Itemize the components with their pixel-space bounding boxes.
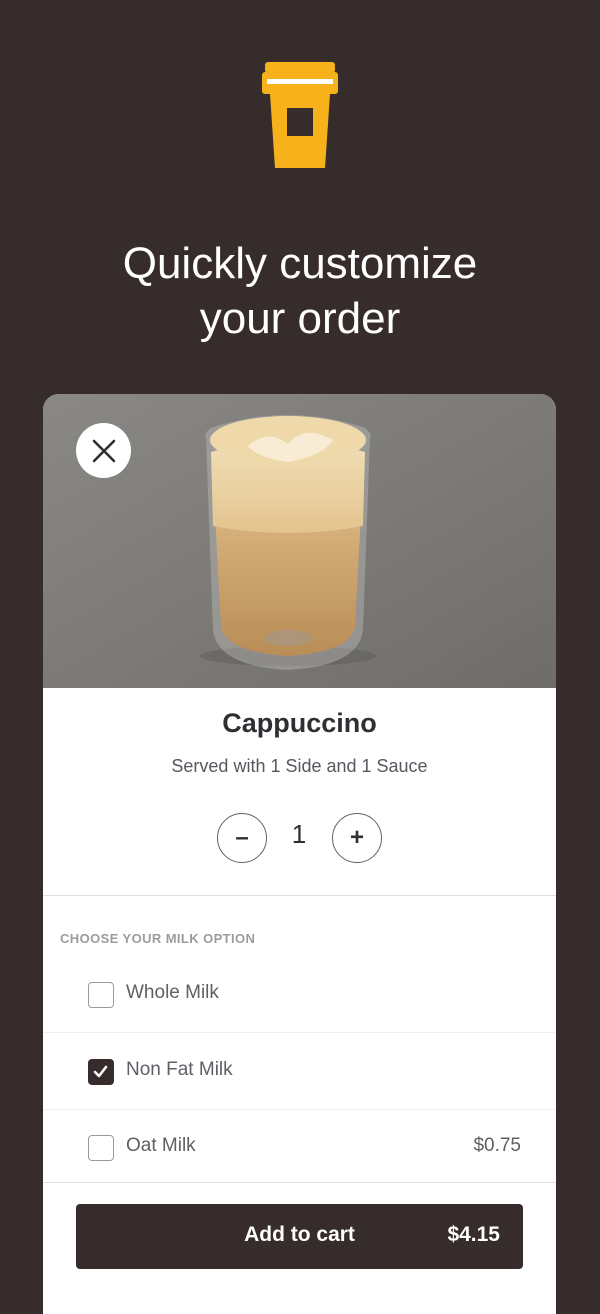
- decrease-quantity-button[interactable]: –: [217, 813, 267, 863]
- option-label: Whole Milk: [126, 982, 219, 1003]
- close-button[interactable]: [76, 423, 131, 478]
- milk-option-whole[interactable]: Whole Milk: [43, 957, 556, 1033]
- milk-option-oat[interactable]: Oat Milk $0.75: [43, 1110, 556, 1186]
- milk-section-label: CHOOSE YOUR MILK OPTION: [60, 931, 256, 946]
- oat-milk-checkbox[interactable]: [88, 1135, 114, 1161]
- option-label: Oat Milk: [126, 1135, 196, 1156]
- product-card: Cappuccino Served with 1 Side and 1 Sauc…: [43, 394, 556, 1314]
- increase-quantity-button[interactable]: +: [332, 813, 382, 863]
- cart-total-price: $4.15: [447, 1223, 500, 1246]
- headline-line-2: your order: [199, 294, 401, 343]
- add-to-cart-button[interactable]: Add to cart $4.15: [76, 1204, 523, 1269]
- milk-option-non-fat[interactable]: Non Fat Milk: [43, 1034, 556, 1110]
- whole-milk-checkbox[interactable]: [88, 982, 114, 1008]
- coffee-cup-logo-icon: [262, 62, 338, 168]
- product-title: Cappuccino: [222, 708, 377, 738]
- option-label: Non Fat Milk: [126, 1059, 233, 1080]
- checkmark-icon: [93, 1065, 108, 1078]
- non-fat-milk-checkbox[interactable]: [88, 1059, 114, 1085]
- quantity-value: 1: [291, 819, 307, 849]
- headline-line-1: Quickly customize: [122, 239, 478, 288]
- row-divider: [43, 1032, 556, 1033]
- divider: [43, 895, 556, 896]
- product-description: Served with 1 Side and 1 Sauce: [171, 756, 428, 776]
- close-icon: [92, 439, 115, 462]
- page-headline: Quickly customize your order: [0, 236, 600, 346]
- divider: [43, 1182, 556, 1183]
- option-price: $0.75: [473, 1135, 521, 1156]
